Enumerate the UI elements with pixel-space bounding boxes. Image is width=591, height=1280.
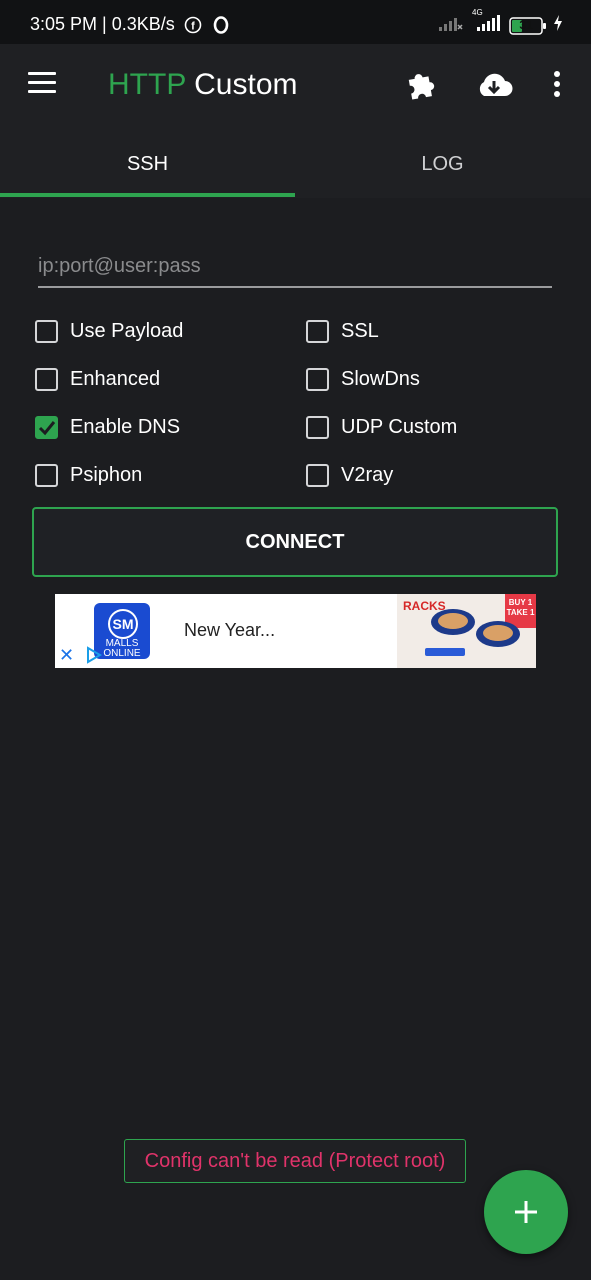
charging-icon xyxy=(553,14,563,37)
checkbox-box[interactable] xyxy=(306,463,329,487)
ad-banner[interactable]: SM MALLS ONLINE New Year... RACKS BUY 1 … xyxy=(55,594,536,668)
psiphon-checkbox[interactable]: Psiphon xyxy=(35,460,142,490)
food-plates-image xyxy=(425,609,520,656)
host-input[interactable] xyxy=(38,246,552,288)
checkbox-box[interactable] xyxy=(306,367,329,391)
checkbox-box[interactable] xyxy=(35,319,58,343)
plus-icon xyxy=(515,1201,537,1223)
signal-weak-icon xyxy=(437,14,463,37)
app-title: HTTP Custom xyxy=(108,68,298,101)
battery-icon: 31 xyxy=(509,16,547,35)
checkbox-box[interactable] xyxy=(306,319,329,343)
cloud-download-icon[interactable] xyxy=(474,68,514,108)
puzzle-icon[interactable] xyxy=(402,68,442,108)
ssl-checkbox[interactable]: SSL xyxy=(306,316,379,346)
connect-button[interactable]: CONNECT xyxy=(32,507,558,577)
v2ray-checkbox[interactable]: V2ray xyxy=(306,460,393,490)
check-icon xyxy=(38,420,56,435)
error-toast: Config can't be read (Protect root) xyxy=(124,1139,466,1183)
ad-image: RACKS BUY 1 TAKE 1 xyxy=(397,594,536,668)
opera-icon xyxy=(212,16,230,39)
enhanced-checkbox[interactable]: Enhanced xyxy=(35,364,160,394)
use-payload-checkbox[interactable]: Use Payload xyxy=(35,316,183,346)
status-time: 3:05 PM | 0.3KB/s xyxy=(30,14,175,34)
facebook-icon: f xyxy=(184,16,202,39)
ad-headline: New Year... xyxy=(184,620,276,640)
status-bar: 3:05 PM | 0.3KB/s f 4G 31 xyxy=(0,0,591,44)
udp-custom-checkbox[interactable]: UDP Custom xyxy=(306,412,457,442)
signal-4g-icon: 4G xyxy=(469,8,503,37)
tab-indicator xyxy=(0,193,295,197)
ad-choices-icon[interactable] xyxy=(85,646,103,664)
checkbox-box[interactable] xyxy=(306,415,329,439)
more-vert-icon[interactable] xyxy=(545,68,569,108)
checkbox-box-checked[interactable] xyxy=(35,415,58,439)
add-fab-button[interactable] xyxy=(484,1170,568,1254)
tab-ssh[interactable]: SSH xyxy=(0,130,295,198)
tab-bar: SSH LOG xyxy=(0,130,591,198)
app-bar: HTTP Custom xyxy=(0,44,591,130)
svg-text:f: f xyxy=(191,21,195,33)
tab-log[interactable]: LOG xyxy=(295,130,590,198)
slowdns-checkbox[interactable]: SlowDns xyxy=(306,364,420,394)
ad-close-icon[interactable]: ✕ xyxy=(59,646,74,664)
enable-dns-checkbox[interactable]: Enable DNS xyxy=(35,412,180,442)
checkbox-box[interactable] xyxy=(35,463,58,487)
checkbox-box[interactable] xyxy=(35,367,58,391)
menu-icon[interactable] xyxy=(28,72,56,94)
